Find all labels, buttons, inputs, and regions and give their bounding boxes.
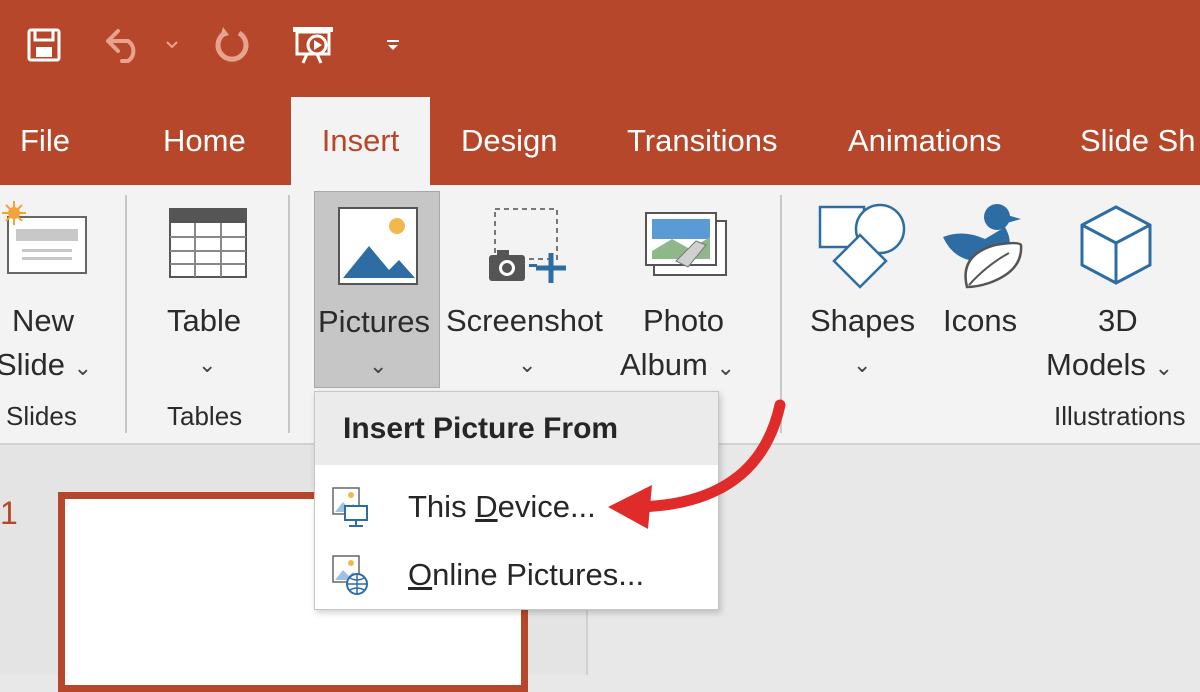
pictures-icon	[338, 207, 418, 285]
icons-button[interactable]: Icons	[935, 185, 1030, 395]
shapes-chevron-icon: ⌄	[853, 352, 872, 377]
pictures-chevron-icon: ⌄	[369, 353, 388, 378]
annotation-arrow-icon	[608, 399, 786, 529]
new-slide-button[interactable]: New Slide ⌄	[0, 185, 100, 395]
tab-transitions[interactable]: Transitions	[627, 97, 777, 185]
photo-album-chevron-icon: ⌄	[716, 355, 735, 380]
pictures-button[interactable]: Pictures ⌄	[314, 191, 440, 388]
3d-models-label-line1: 3D	[1098, 303, 1138, 338]
tab-slide-show[interactable]: Slide Sh	[1080, 97, 1195, 185]
photo-album-label-line1: Photo	[643, 303, 725, 338]
this-device-accelerator: D	[475, 489, 498, 524]
group-separator	[125, 195, 127, 433]
new-slide-label-line1: New	[12, 303, 75, 338]
new-slide-icon	[2, 201, 87, 274]
screenshot-label: Screenshot	[446, 303, 603, 338]
tab-animations[interactable]: Animations	[848, 97, 1001, 185]
tab-home[interactable]: Home	[163, 97, 246, 185]
online-pictures-accelerator: O	[408, 557, 433, 592]
new-slide-label-line2: Slide	[0, 347, 65, 382]
slide-number: 1	[0, 495, 18, 531]
redo-icon[interactable]	[208, 22, 258, 68]
photo-album-icon	[645, 212, 727, 276]
group-label-illustrations: Illustrations	[1054, 401, 1186, 431]
table-chevron-icon: ⌄	[198, 352, 217, 377]
shapes-label: Shapes	[810, 303, 916, 338]
customize-toolbar-icon[interactable]	[378, 22, 408, 68]
shapes-icon	[818, 203, 906, 289]
3d-models-label-line2: Models	[1046, 347, 1146, 382]
screenshot-chevron-icon: ⌄	[518, 352, 537, 377]
shapes-button[interactable]: Shapes ⌄	[800, 185, 925, 395]
ribbon-tab-bar: File Home Insert Design Transitions Anim…	[0, 97, 1200, 185]
icons-label: Icons	[943, 303, 1018, 338]
screenshot-button[interactable]: Screenshot ⌄	[445, 185, 610, 395]
device-picture-icon	[332, 487, 368, 527]
pictures-label: Pictures	[318, 304, 430, 339]
undo-dropdown-chevron-icon[interactable]	[160, 22, 184, 68]
3d-models-chevron-icon: ⌄	[1154, 355, 1173, 380]
present-from-start-icon[interactable]	[286, 22, 340, 68]
this-device-label-pre: This	[408, 489, 476, 524]
3d-cube-icon	[1080, 205, 1152, 285]
online-picture-icon	[332, 555, 368, 595]
group-separator	[288, 195, 290, 433]
tab-design[interactable]: Design	[461, 97, 558, 185]
this-device-label-post: evice...	[497, 489, 596, 524]
group-label-slides: Slides	[6, 401, 77, 431]
tab-insert[interactable]: Insert	[291, 97, 430, 185]
save-icon[interactable]	[22, 22, 66, 68]
photo-album-button[interactable]: Photo Album ⌄	[612, 185, 762, 395]
menu-title: Insert Picture From	[343, 412, 619, 445]
table-label: Table	[167, 303, 242, 338]
tab-file[interactable]: File	[20, 97, 70, 185]
online-pictures-label-post: nline Pictures...	[432, 557, 645, 592]
group-label-tables: Tables	[167, 401, 243, 431]
title-bar	[0, 0, 1200, 97]
table-icon	[169, 208, 247, 278]
photo-album-label-line2: Album	[620, 347, 708, 382]
table-button[interactable]: Table ⌄	[150, 185, 265, 395]
new-slide-chevron-icon: ⌄	[73, 355, 92, 380]
menu-item-online-pictures[interactable]: Online Pictures...	[315, 544, 718, 606]
screenshot-icon	[489, 208, 566, 283]
undo-icon[interactable]	[100, 22, 150, 68]
3d-models-button[interactable]: 3D Models ⌄	[1040, 185, 1190, 395]
icons-icon	[943, 204, 1023, 289]
